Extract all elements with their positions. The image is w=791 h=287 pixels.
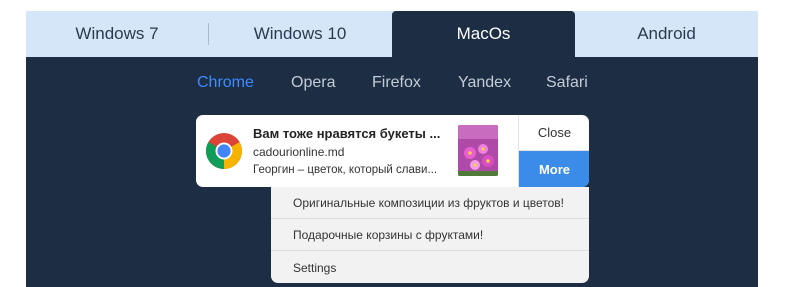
notification-message: Георгин – цветок, который слави... [253,164,438,176]
browser-opera[interactable]: Opera [291,74,335,92]
menu-item-gift-baskets[interactable]: Подарочные корзины с фруктами! [271,220,589,251]
more-button[interactable]: More [519,151,589,187]
menu-item-settings[interactable]: Settings [271,252,589,283]
tab-android[interactable]: Android [575,11,758,57]
browser-safari[interactable]: Safari [546,74,588,92]
browser-yandex[interactable]: Yandex [458,74,511,92]
browser-selector: Chrome Opera Firefox Yandex Safari [26,74,758,102]
tab-windows-10[interactable]: Windows 10 [208,11,392,57]
close-button[interactable]: Close [519,115,589,151]
os-tab-bar: Windows 7 Windows 10 MacOs Android [26,11,758,57]
tab-macos[interactable]: MacOs [392,11,575,57]
notification-image [458,125,498,176]
notification-title: Вам тоже нравятся букеты ... [253,126,441,141]
notification-site: cadourionline.md [253,145,345,159]
tab-divider [208,23,209,45]
browser-chrome[interactable]: Chrome [197,74,254,92]
push-notification[interactable]: Вам тоже нравятся букеты ... cadourionli… [196,115,589,187]
tab-windows-7[interactable]: Windows 7 [26,11,208,57]
notification-actions: Close More [518,115,589,187]
more-dropdown-menu: Оригинальные композиции из фруктов и цве… [271,187,589,283]
browser-firefox[interactable]: Firefox [372,74,421,92]
menu-item-fruit-compositions[interactable]: Оригинальные композиции из фруктов и цве… [271,188,589,219]
chrome-icon [205,133,243,169]
